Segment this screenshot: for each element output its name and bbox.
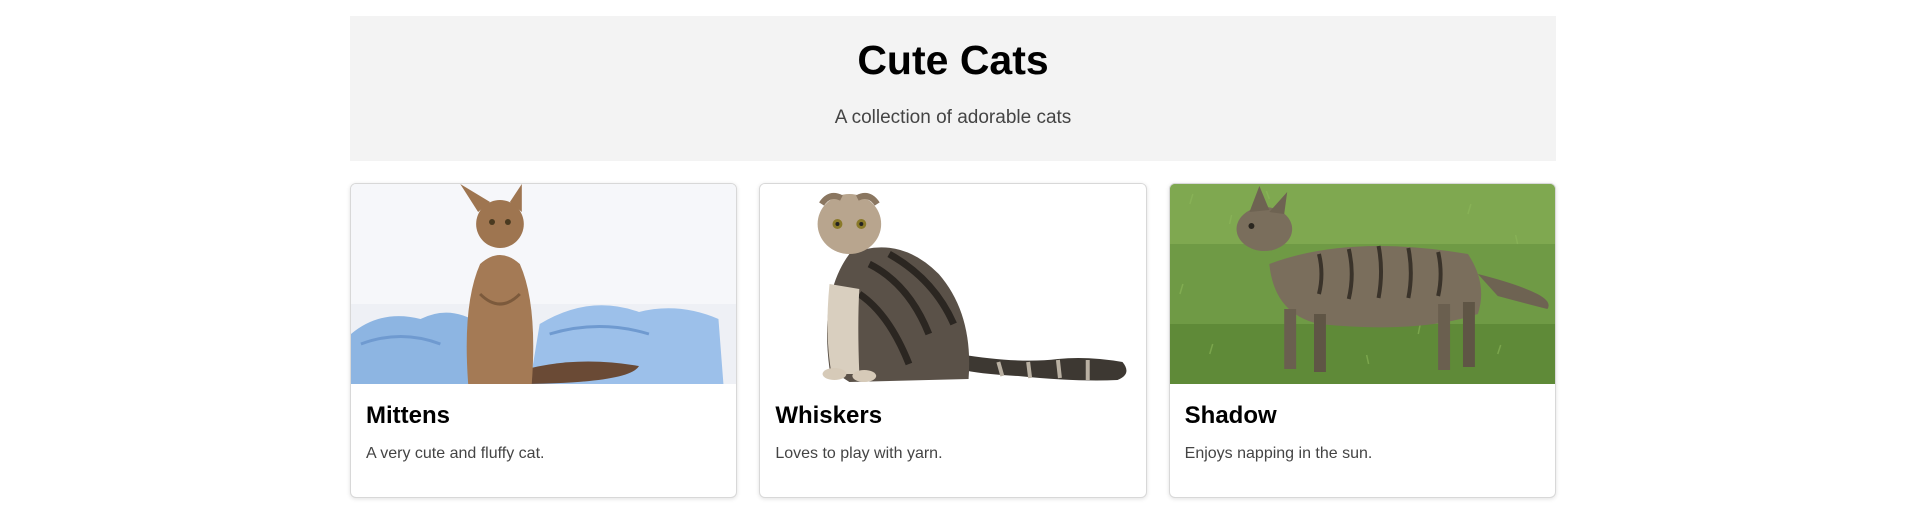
card-body: Whiskers Loves to play with yarn.: [760, 384, 1145, 463]
card-description: Enjoys napping in the sun.: [1184, 445, 1373, 462]
cat-photo-mittens: [351, 184, 737, 384]
cat-card-mittens[interactable]: Mittens A very cute and fluffy cat.: [350, 183, 738, 498]
card-body: Shadow Enjoys napping in the sun.: [1170, 384, 1555, 463]
page-title: Cute Cats: [857, 37, 1049, 83]
cat-photo-shadow: [1169, 184, 1555, 384]
page-subtitle: A collection of adorable cats: [834, 107, 1072, 129]
card-description: A very cute and fluffy cat.: [366, 445, 545, 462]
card-body: Mittens A very cute and fluffy cat.: [351, 384, 736, 463]
card-description: Loves to play with yarn.: [775, 445, 943, 462]
cat-card-grid: Mittens A very cute and fluffy cat. Whis…: [350, 183, 1556, 498]
cat-photo-whiskers: [760, 184, 1146, 384]
card-title: Whiskers: [775, 402, 883, 429]
card-title: Mittens: [366, 402, 450, 429]
cat-card-shadow[interactable]: Shadow Enjoys napping in the sun.: [1168, 183, 1556, 498]
page: Cute Cats A collection of adorable cats: [350, 0, 1556, 498]
cat-card-whiskers[interactable]: Whiskers Loves to play with yarn.: [759, 183, 1147, 498]
card-title: Shadow: [1184, 402, 1277, 429]
hero-banner: Cute Cats A collection of adorable cats: [350, 16, 1556, 161]
